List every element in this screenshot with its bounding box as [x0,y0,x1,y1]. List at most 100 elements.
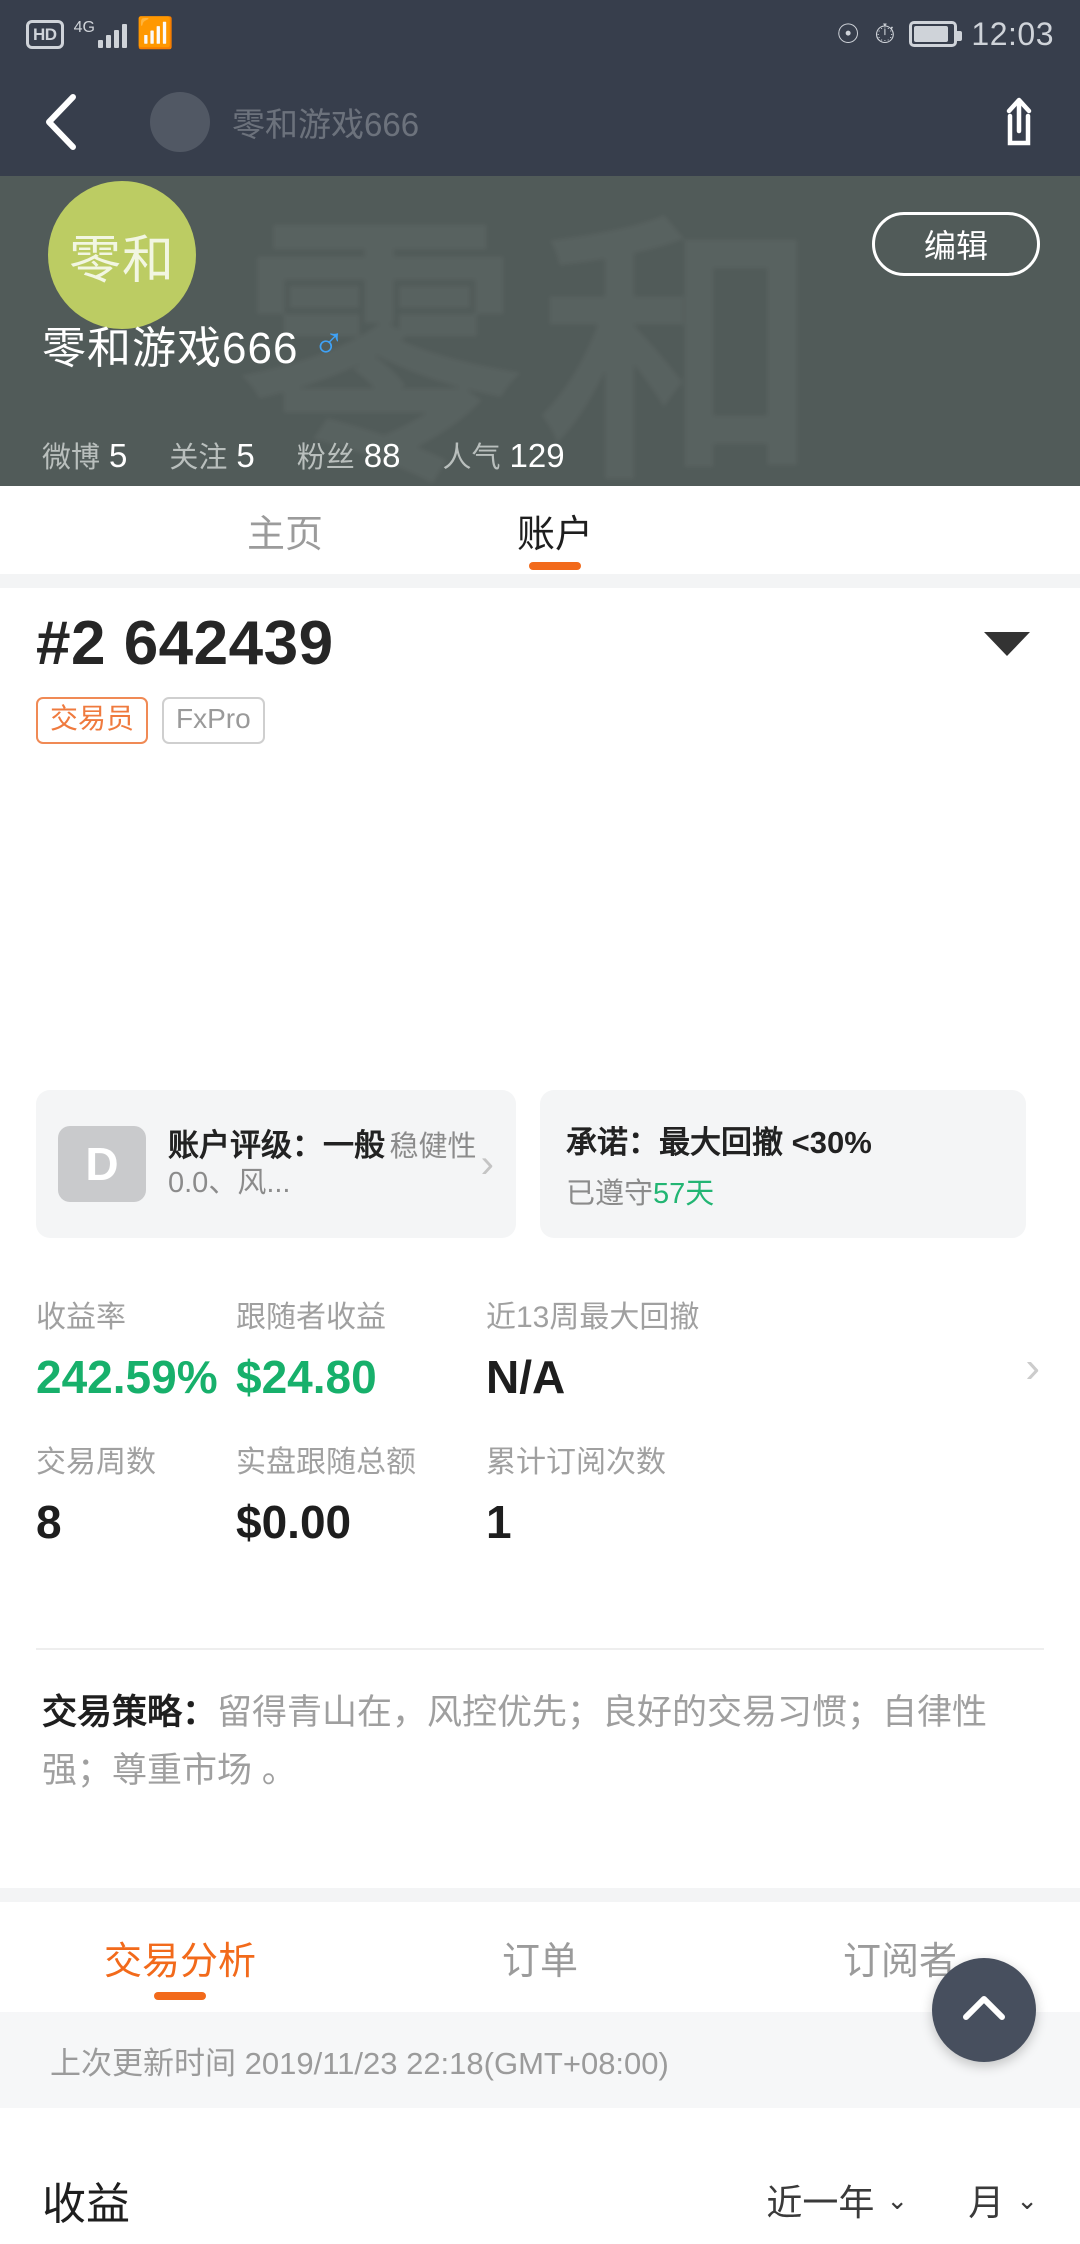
metric-live-follow-total: 实盘跟随总额 $0.00 [236,1445,486,1550]
stat-value: 5 [109,437,128,474]
tab-account[interactable]: 账户 [420,486,690,574]
username-row: 零和游戏666 ♂ [42,312,345,376]
stat-weibo[interactable]: 微博 5 [42,434,127,476]
stat-popularity[interactable]: 人气 129 [442,434,564,476]
profit-section-title: 收益 [42,2180,130,2229]
metric-trading-weeks: 交易周数 8 [36,1445,236,1550]
metrics-row-1[interactable]: 收益率 242.59% 跟随者收益 $24.80 近13周最大回撤 N/A › [36,1300,1044,1405]
profile-header: 零和 零和 编辑 零和游戏666 ♂ 微博 5 关注 5 粉丝 88 人气 12… [0,176,1080,486]
profit-section: 收益 近一年 ⌄ 月 ⌄ [0,2108,1080,2244]
stat-label: 微博 [42,442,101,474]
wifi-icon: 📶 [136,17,175,50]
promise-subtitle: 已遵守57天 [566,1170,714,1212]
status-bar-left: HD 4G 📶 [26,19,174,49]
active-tab-indicator [529,562,581,570]
nav-title: 零和游戏666 [232,106,420,143]
chevron-right-icon: › [480,1142,494,1186]
hd-icon: HD [26,19,64,49]
account-number-row[interactable]: #2 642439 [36,608,1044,679]
stat-followers[interactable]: 粉丝 88 [297,434,401,476]
metric-label: 实盘跟随总额 [236,1446,416,1480]
promise-sub-highlight: 57天 [653,1177,715,1210]
period-selector[interactable]: 月 ⌄ [968,2174,1038,2226]
info-cards: D 账户评级：一般 稳健性0.0、风... › 承诺：最大回撤 <30% 已遵守… [0,1090,1080,1238]
network-type-label: 4G [73,19,95,36]
metric-value: 8 [36,1496,62,1549]
tab-subscribers-label: 订阅者 [842,1940,957,1983]
last-update-text: 上次更新时间 2019/11/23 22:18(GMT+08:00) [50,2045,669,2081]
range-selector-label: 近一年 [766,2182,875,2223]
metric-value: $0.00 [236,1496,352,1549]
trading-strategy: 交易策略：留得青山在，风控优先；良好的交易习惯；自律性强；尊重市场 。 [0,1684,1080,1800]
account-section: #2 642439 交易员 FxPro [0,608,1080,744]
stat-label: 人气 [442,442,501,474]
tab-orders-label: 订单 [501,1940,578,1983]
promise-card[interactable]: 承诺：最大回撤 <30% 已遵守57天 [540,1090,1026,1238]
profit-section-controls: 近一年 ⌄ 月 ⌄ [766,2174,1038,2226]
share-icon[interactable] [988,91,1050,153]
tab-home[interactable]: 主页 [150,486,420,574]
chevron-down-icon: ⌄ [886,2184,909,2215]
metric-label: 交易周数 [36,1446,156,1480]
account-badges: 交易员 FxPro [36,697,1044,744]
rating-text-group: 账户评级：一般 稳健性0.0、风... [168,1127,481,1202]
strategy-divider [36,1648,1044,1650]
eye-protect-icon: ☉ [836,18,861,49]
promise-sub-prefix: 已遵守 [566,1177,654,1210]
edit-profile-button[interactable]: 编辑 [872,212,1040,276]
cellular-signal-icon: 4G [74,20,127,48]
secondary-tabs-divider [0,1888,1080,1902]
tab-divider [0,574,1080,588]
chevron-down-icon: ⌄ [1016,2184,1038,2215]
metric-total-subscriptions: 累计订阅次数 1 [486,1445,1044,1550]
tab-trade-analysis-label: 交易分析 [103,1940,256,1983]
stat-following[interactable]: 关注 5 [169,434,254,476]
caret-down-icon[interactable] [984,631,1030,656]
status-bar: HD 4G 📶 ☉ ⏱ 12:03 [0,0,1080,68]
tab-account-label: 账户 [516,513,593,556]
stat-value: 5 [236,437,255,474]
chevron-right-icon[interactable]: › [1025,1346,1040,1390]
nav-ghost-title-group: 零和游戏666 [150,92,419,152]
battery-icon [909,21,963,47]
nav-bar: 零和游戏666 [0,68,1080,176]
stat-value: 129 [509,437,565,474]
male-gender-icon: ♂ [312,319,346,368]
metric-label: 近13周最大回撤 [486,1301,700,1334]
metric-value: N/A [486,1351,566,1403]
status-bar-clock: 12:03 [971,16,1054,52]
tab-trade-analysis[interactable]: 交易分析 [0,1902,360,2012]
stat-label: 粉丝 [296,442,355,474]
chevron-up-icon [959,1991,1009,2030]
promise-title: 承诺：最大回撤 <30% [566,1124,872,1160]
metric-label: 跟随者收益 [236,1301,386,1334]
metric-follower-profit: 跟随者收益 $24.80 [236,1300,486,1405]
stat-label: 关注 [169,442,228,474]
last-update-bar: 上次更新时间 2019/11/23 22:18(GMT+08:00) [0,2012,1080,2108]
status-bar-right: ☉ ⏱ 12:03 [836,18,1054,50]
nav-avatar [150,92,210,152]
avatar[interactable]: 零和 [48,181,196,329]
range-selector[interactable]: 近一年 ⌄ [766,2174,908,2226]
main-tab-bar: 主页 账户 [0,486,1080,574]
metrics-row-2: 交易周数 8 实盘跟随总额 $0.00 累计订阅次数 1 [36,1445,1044,1550]
metric-value: $24.80 [236,1351,377,1403]
metric-value: 242.59% [36,1351,218,1403]
signal-bars-icon [97,22,127,48]
period-selector-label: 月 [968,2182,1005,2223]
rating-grade-badge: D [58,1126,146,1202]
metric-return-rate: 收益率 242.59% [36,1300,236,1405]
rating-title: 账户评级：一般 [168,1127,385,1163]
badge-broker: FxPro [162,697,265,744]
tab-orders[interactable]: 订单 [360,1902,720,2012]
tab-home-label: 主页 [246,513,323,556]
scroll-to-top-button[interactable] [932,1958,1036,2062]
network-speed-icon: ⏱ [874,18,896,49]
metrics-grid: 收益率 242.59% 跟随者收益 $24.80 近13周最大回撤 N/A › … [0,1300,1080,1550]
username: 零和游戏666 [42,324,299,373]
trading-strategy-label: 交易策略： [42,1693,218,1732]
back-chevron-icon[interactable] [30,91,92,153]
metric-label: 收益率 [36,1301,126,1334]
account-rating-card[interactable]: D 账户评级：一般 稳健性0.0、风... › [36,1090,516,1238]
stat-value: 88 [363,437,401,474]
